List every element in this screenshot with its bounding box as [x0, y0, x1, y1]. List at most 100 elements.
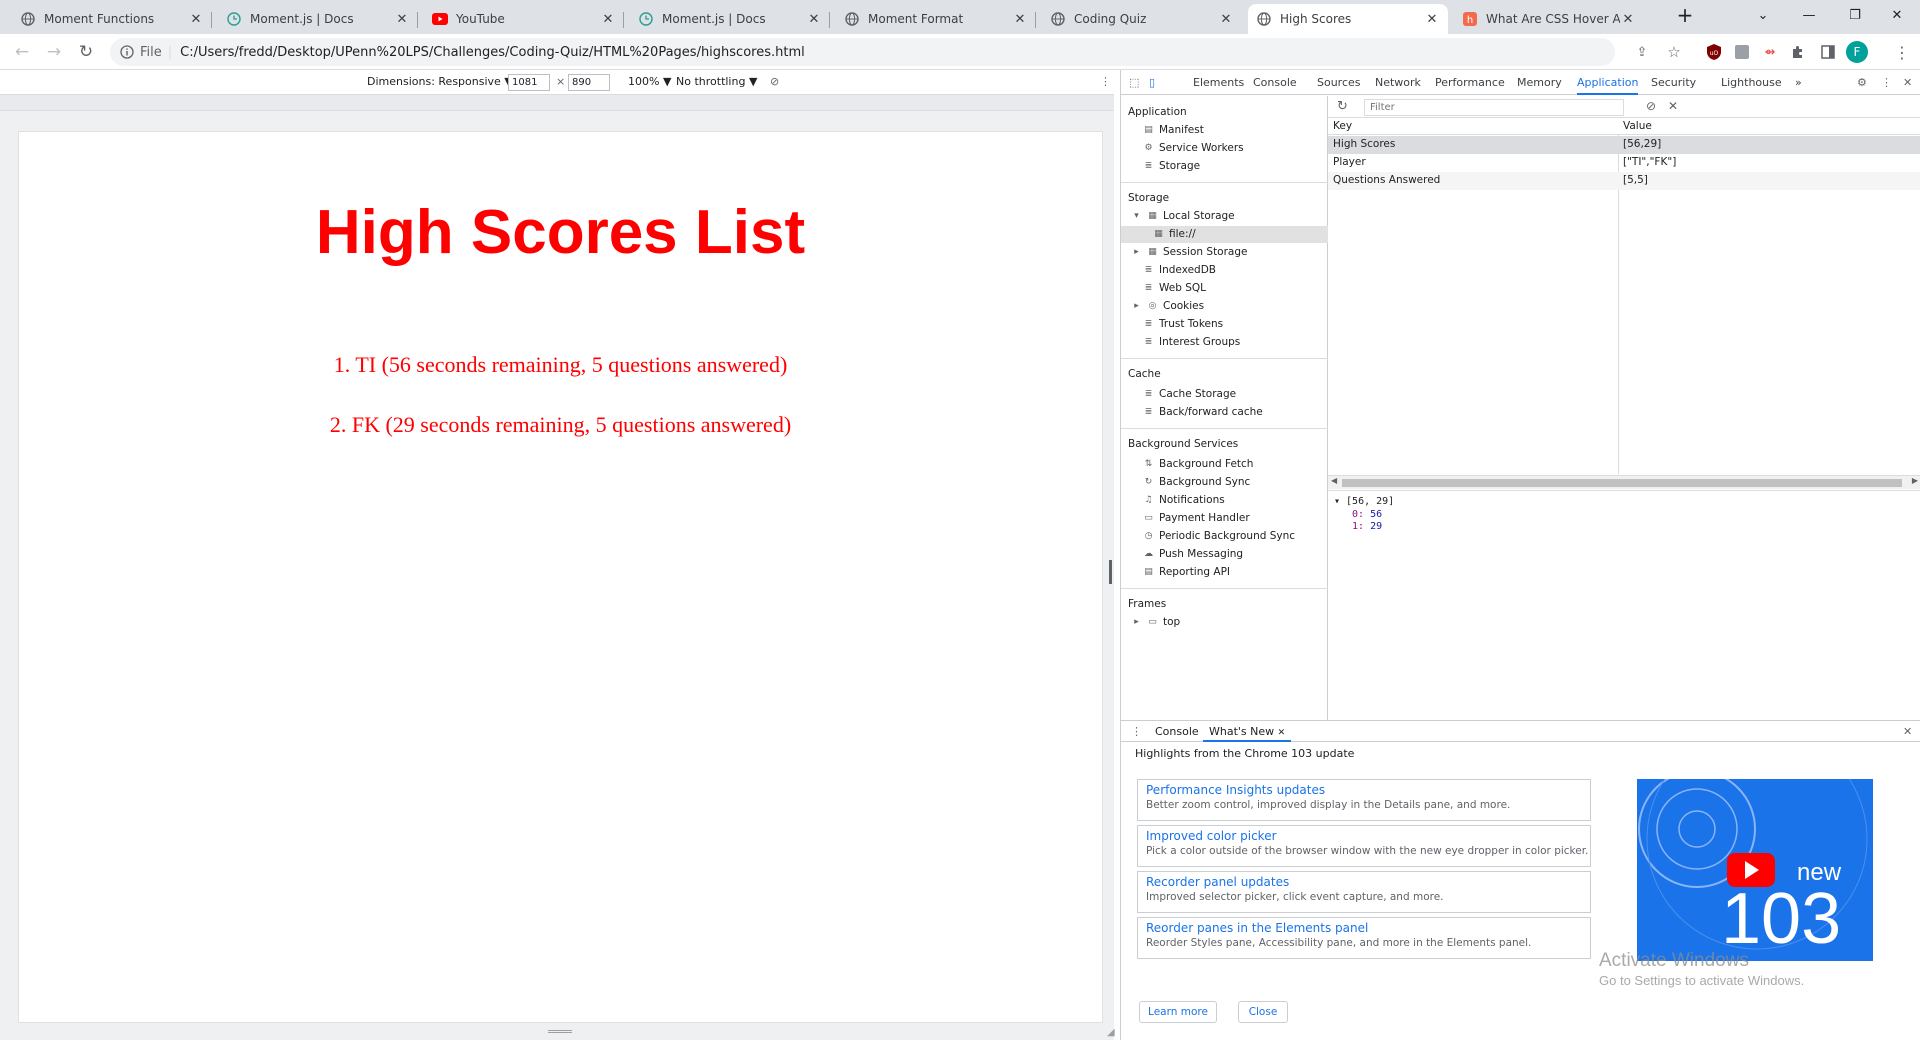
tab-css-hover[interactable]: h What Are CSS Hover Anim ✕ [1454, 4, 1644, 34]
sidebar-item-interest-groups[interactable]: ≣ Interest Groups [1143, 334, 1241, 351]
tab-sources[interactable]: Sources [1317, 70, 1361, 95]
preview-summary[interactable]: ▾ [56, 29] [1334, 496, 1394, 507]
new-tab-button[interactable]: + [1662, 0, 1708, 30]
sidebar-item-periodic-background-sync[interactable]: ◷ Periodic Background Sync [1143, 528, 1296, 545]
viewport-width-input[interactable] [508, 74, 550, 91]
inspect-element-icon[interactable]: ⬚ [1129, 70, 1139, 95]
tab-moment-format[interactable]: Moment Format ✕ [836, 4, 1036, 34]
dimensions-select[interactable]: Dimensions: Responsive ▼ [367, 75, 513, 88]
viewport-resize-handle-bottom[interactable] [548, 1030, 572, 1033]
extensions-puzzle-icon[interactable] [1788, 42, 1808, 62]
close-icon[interactable]: ✕ [1012, 12, 1028, 27]
close-whats-new-button[interactable]: Close [1238, 1001, 1288, 1023]
card-title-link[interactable]: Improved color picker [1146, 829, 1582, 843]
close-icon[interactable]: ✕ [600, 12, 616, 27]
whats-new-card[interactable]: Recorder panel updates Improved selector… [1137, 871, 1591, 913]
tab-network[interactable]: Network [1375, 70, 1421, 95]
sidebar-item-manifest[interactable]: ▤ Manifest [1143, 122, 1204, 139]
ublock-icon[interactable]: uO [1704, 42, 1724, 62]
sidebar-item-background-sync[interactable]: ↻ Background Sync [1143, 474, 1251, 491]
card-title-link[interactable]: Reorder panes in the Elements panel [1146, 921, 1582, 935]
scrollbar-thumb[interactable] [1342, 479, 1902, 487]
sidebar-item-file-origin[interactable]: ▦ file:// [1153, 226, 1195, 243]
close-window-button[interactable]: ✕ [1874, 0, 1920, 30]
sidebar-item-frame-top[interactable]: ▸ ▭ top [1131, 614, 1180, 631]
throttling-select[interactable]: No throttling ▼ [676, 75, 757, 88]
close-icon[interactable]: ✕ [1424, 12, 1440, 27]
sidebar-item-indexeddb[interactable]: ≣ IndexedDB [1143, 262, 1216, 279]
tab-moment-functions[interactable]: Moment Functions ✕ [12, 4, 212, 34]
device-toolbar-menu-icon[interactable]: ⋮ [1100, 75, 1111, 88]
sidebar-item-notifications[interactable]: ♫ Notifications [1143, 492, 1224, 509]
bookmark-star-icon[interactable]: ☆ [1664, 42, 1684, 62]
sidebar-item-session-storage[interactable]: ▸ ▦ Session Storage [1131, 244, 1247, 261]
drawer-tab-console[interactable]: Console [1155, 721, 1199, 742]
tab-momentjs-docs-2[interactable]: Moment.js | Docs ✕ [630, 4, 830, 34]
browser-menu-icon[interactable]: ⋮ [1892, 42, 1912, 62]
tab-youtube[interactable]: YouTube ✕ [424, 4, 624, 34]
scroll-right-icon[interactable]: ▶ [1912, 476, 1918, 485]
profile-avatar[interactable]: F [1846, 41, 1868, 63]
zoom-select[interactable]: 100% ▼ [628, 75, 671, 88]
tab-lighthouse[interactable]: Lighthouse [1721, 70, 1782, 95]
sidebar-item-payment-handler[interactable]: ▭ Payment Handler [1143, 510, 1249, 527]
sidebar-item-storage[interactable]: ≣ Storage [1143, 158, 1200, 175]
delete-selected-icon[interactable]: ✕ [1668, 99, 1678, 113]
close-icon[interactable]: ✕ [1620, 12, 1636, 27]
column-header-value[interactable]: Value [1623, 120, 1652, 132]
extension-red-icon[interactable]: ⇴ [1760, 42, 1780, 62]
sidebar-item-reporting-api[interactable]: ▤ Reporting API [1143, 564, 1230, 581]
sidebar-item-local-storage[interactable]: ▾ ▦ Local Storage [1131, 208, 1234, 225]
sidebar-item-cookies[interactable]: ▸ ◎ Cookies [1131, 298, 1204, 315]
device-toggle-icon[interactable]: ▯ [1149, 70, 1155, 95]
drawer-menu-icon[interactable]: ⋮ [1131, 721, 1142, 742]
learn-more-button[interactable]: Learn more [1139, 1001, 1217, 1023]
devtools-menu-icon[interactable]: ⋮ [1881, 70, 1892, 95]
tab-high-scores[interactable]: High Scores ✕ [1248, 4, 1448, 34]
tab-console[interactable]: Console [1253, 70, 1297, 95]
sidebar-item-back-forward-cache[interactable]: ≣ Back/forward cache [1143, 404, 1263, 421]
forward-button[interactable]: → [42, 40, 66, 64]
rotate-icon[interactable]: ⊘ [770, 75, 779, 88]
card-title-link[interactable]: Performance Insights updates [1146, 783, 1582, 797]
tab-search-button[interactable]: ⌄ [1740, 0, 1786, 30]
sidebar-item-cache-storage[interactable]: ≣ Cache Storage [1143, 386, 1236, 403]
table-row[interactable]: Player ["TI","FK"] [1328, 154, 1920, 172]
horizontal-scrollbar[interactable]: ◀ ▶ [1328, 475, 1920, 489]
whats-new-card[interactable]: Improved color picker Pick a color outsi… [1137, 825, 1591, 867]
reload-button[interactable]: ↻ [74, 40, 98, 64]
sidebar-item-background-fetch[interactable]: ⇅ Background Fetch [1143, 456, 1254, 473]
close-icon[interactable]: ✕ [1218, 12, 1234, 27]
sidebar-item-trust-tokens[interactable]: ≣ Trust Tokens [1143, 316, 1223, 333]
tab-coding-quiz[interactable]: Coding Quiz ✕ [1042, 4, 1242, 34]
refresh-icon[interactable]: ↻ [1337, 99, 1348, 114]
column-header-key[interactable]: Key [1333, 120, 1352, 132]
filter-input[interactable] [1364, 99, 1624, 116]
close-drawer-icon[interactable]: ✕ [1903, 721, 1912, 742]
close-icon[interactable]: ✕ [806, 12, 822, 27]
share-icon[interactable]: ⇪ [1632, 42, 1652, 62]
tab-elements[interactable]: Elements [1193, 70, 1244, 95]
tab-momentjs-docs[interactable]: Moment.js | Docs ✕ [218, 4, 418, 34]
extension-grey-icon[interactable] [1732, 42, 1752, 62]
restore-button[interactable]: ❐ [1832, 0, 1878, 30]
viewport-resize-handle-corner[interactable]: ◢ [1107, 1027, 1115, 1038]
minimize-button[interactable]: — [1786, 0, 1832, 30]
card-title-link[interactable]: Recorder panel updates [1146, 875, 1582, 889]
sidebar-item-service-workers[interactable]: ⚙ Service Workers [1143, 140, 1243, 157]
tab-application[interactable]: Application [1577, 70, 1639, 95]
whats-new-card[interactable]: Reorder panes in the Elements panel Reor… [1137, 917, 1591, 959]
viewport-height-input[interactable] [568, 74, 610, 91]
settings-gear-icon[interactable]: ⚙ [1857, 70, 1867, 95]
clear-all-icon[interactable]: ⊘ [1646, 99, 1656, 113]
sidebar-item-web-sql[interactable]: ≣ Web SQL [1143, 280, 1206, 297]
whats-new-card[interactable]: Performance Insights updates Better zoom… [1137, 779, 1591, 821]
close-icon[interactable]: ✕ [1278, 728, 1286, 738]
tab-memory[interactable]: Memory [1517, 70, 1562, 95]
sidebar-item-push-messaging[interactable]: ☁ Push Messaging [1143, 546, 1243, 563]
more-tabs-icon[interactable]: » [1795, 70, 1802, 95]
close-icon[interactable]: ✕ [188, 12, 204, 27]
site-info[interactable]: File | [120, 45, 172, 60]
table-row[interactable]: Questions Answered [5,5] [1328, 172, 1920, 190]
tab-performance[interactable]: Performance [1435, 70, 1505, 95]
